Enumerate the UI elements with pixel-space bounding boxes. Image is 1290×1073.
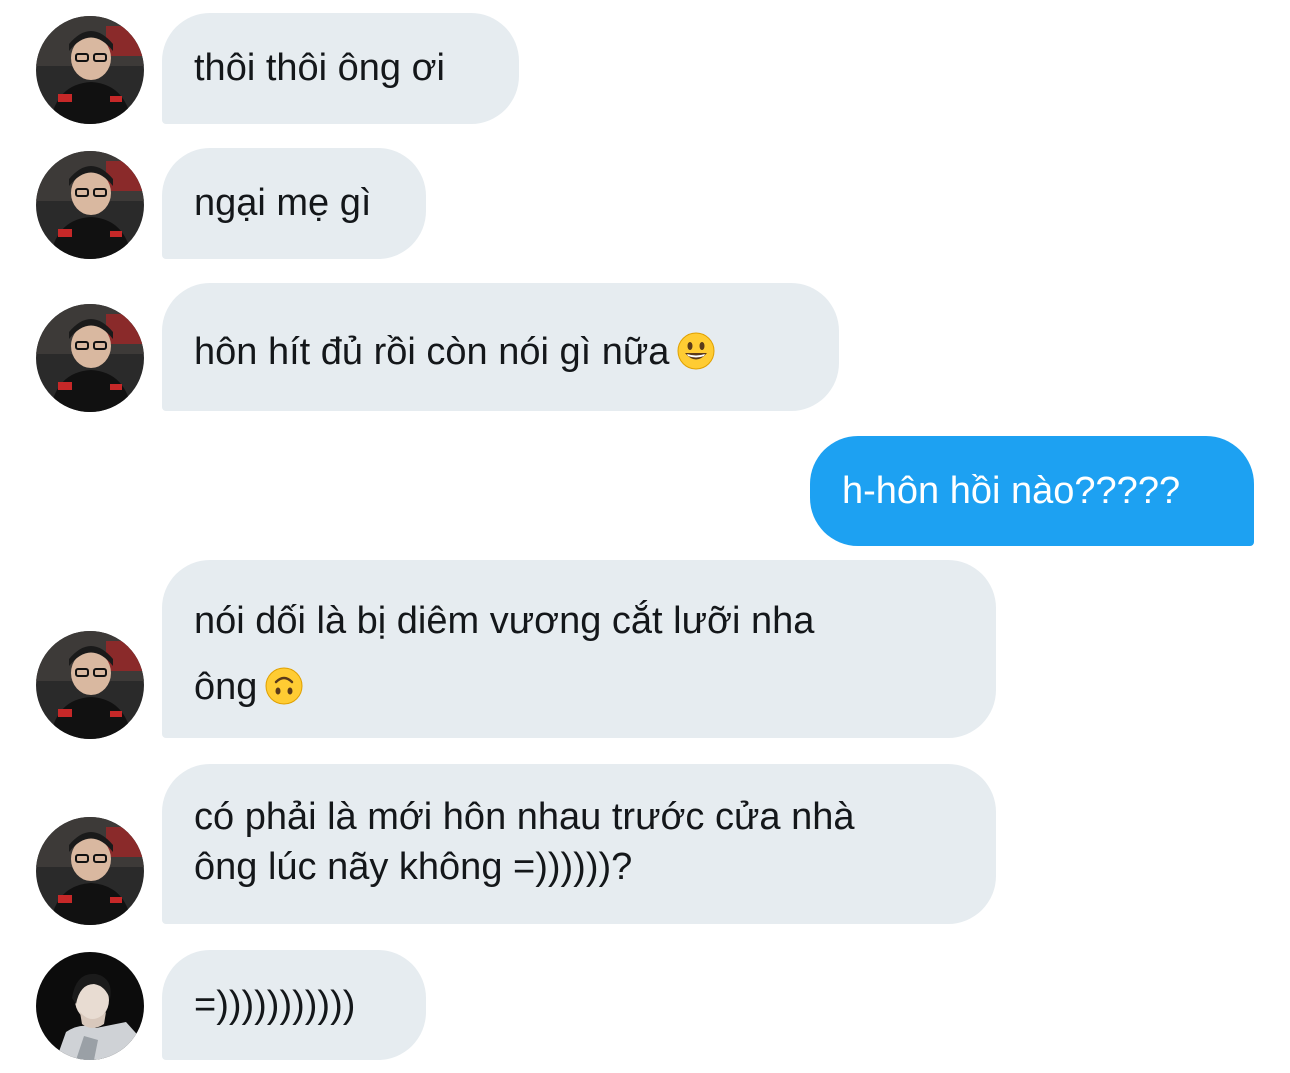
avatar[interactable] bbox=[36, 151, 144, 259]
message-text: ngại mẹ gì bbox=[194, 182, 372, 224]
grinning-face-emoji-icon bbox=[677, 332, 715, 370]
message-line: hôn hít đủ rồi còn nói gì nữa bbox=[194, 327, 807, 377]
message-text: hôn hít đủ rồi còn nói gì nữa bbox=[194, 331, 670, 373]
upside-down-face-emoji-icon bbox=[265, 667, 303, 705]
avatar[interactable] bbox=[36, 304, 144, 412]
avatar[interactable] bbox=[36, 16, 144, 124]
avatar[interactable] bbox=[36, 817, 144, 925]
message-bubble-incoming[interactable]: nói dối là bị diêm vương cắt lưỡi nha ôn… bbox=[162, 560, 996, 738]
message-bubble-incoming[interactable]: có phải là mới hôn nhau trước cửa nhà ôn… bbox=[162, 764, 996, 924]
message-bubble-incoming[interactable]: ngại mẹ gì bbox=[162, 148, 426, 259]
avatar[interactable] bbox=[36, 952, 144, 1060]
avatar[interactable] bbox=[36, 631, 144, 739]
message-bubble-incoming[interactable]: thôi thôi ông ơi bbox=[162, 13, 519, 124]
message-text: =))))))))))) bbox=[194, 984, 356, 1026]
message-bubble-incoming[interactable]: hôn hít đủ rồi còn nói gì nữa bbox=[162, 283, 839, 411]
message-text: ông bbox=[194, 666, 258, 708]
message-text: có phải là mới hôn nhau trước cửa nhà bbox=[194, 796, 855, 838]
message-bubble-incoming[interactable]: =))))))))))) bbox=[162, 950, 426, 1060]
message-line: ông bbox=[194, 654, 964, 720]
message-text: ông lúc nãy không =))))))? bbox=[194, 846, 633, 888]
message-bubble-outgoing[interactable]: h-hôn hồi nào????? bbox=[810, 436, 1254, 546]
message-text: thôi thôi ông ơi bbox=[194, 47, 445, 89]
message-text: nói dối là bị diêm vương cắt lưỡi nha bbox=[194, 600, 815, 642]
message-text: h-hôn hồi nào????? bbox=[842, 470, 1181, 512]
